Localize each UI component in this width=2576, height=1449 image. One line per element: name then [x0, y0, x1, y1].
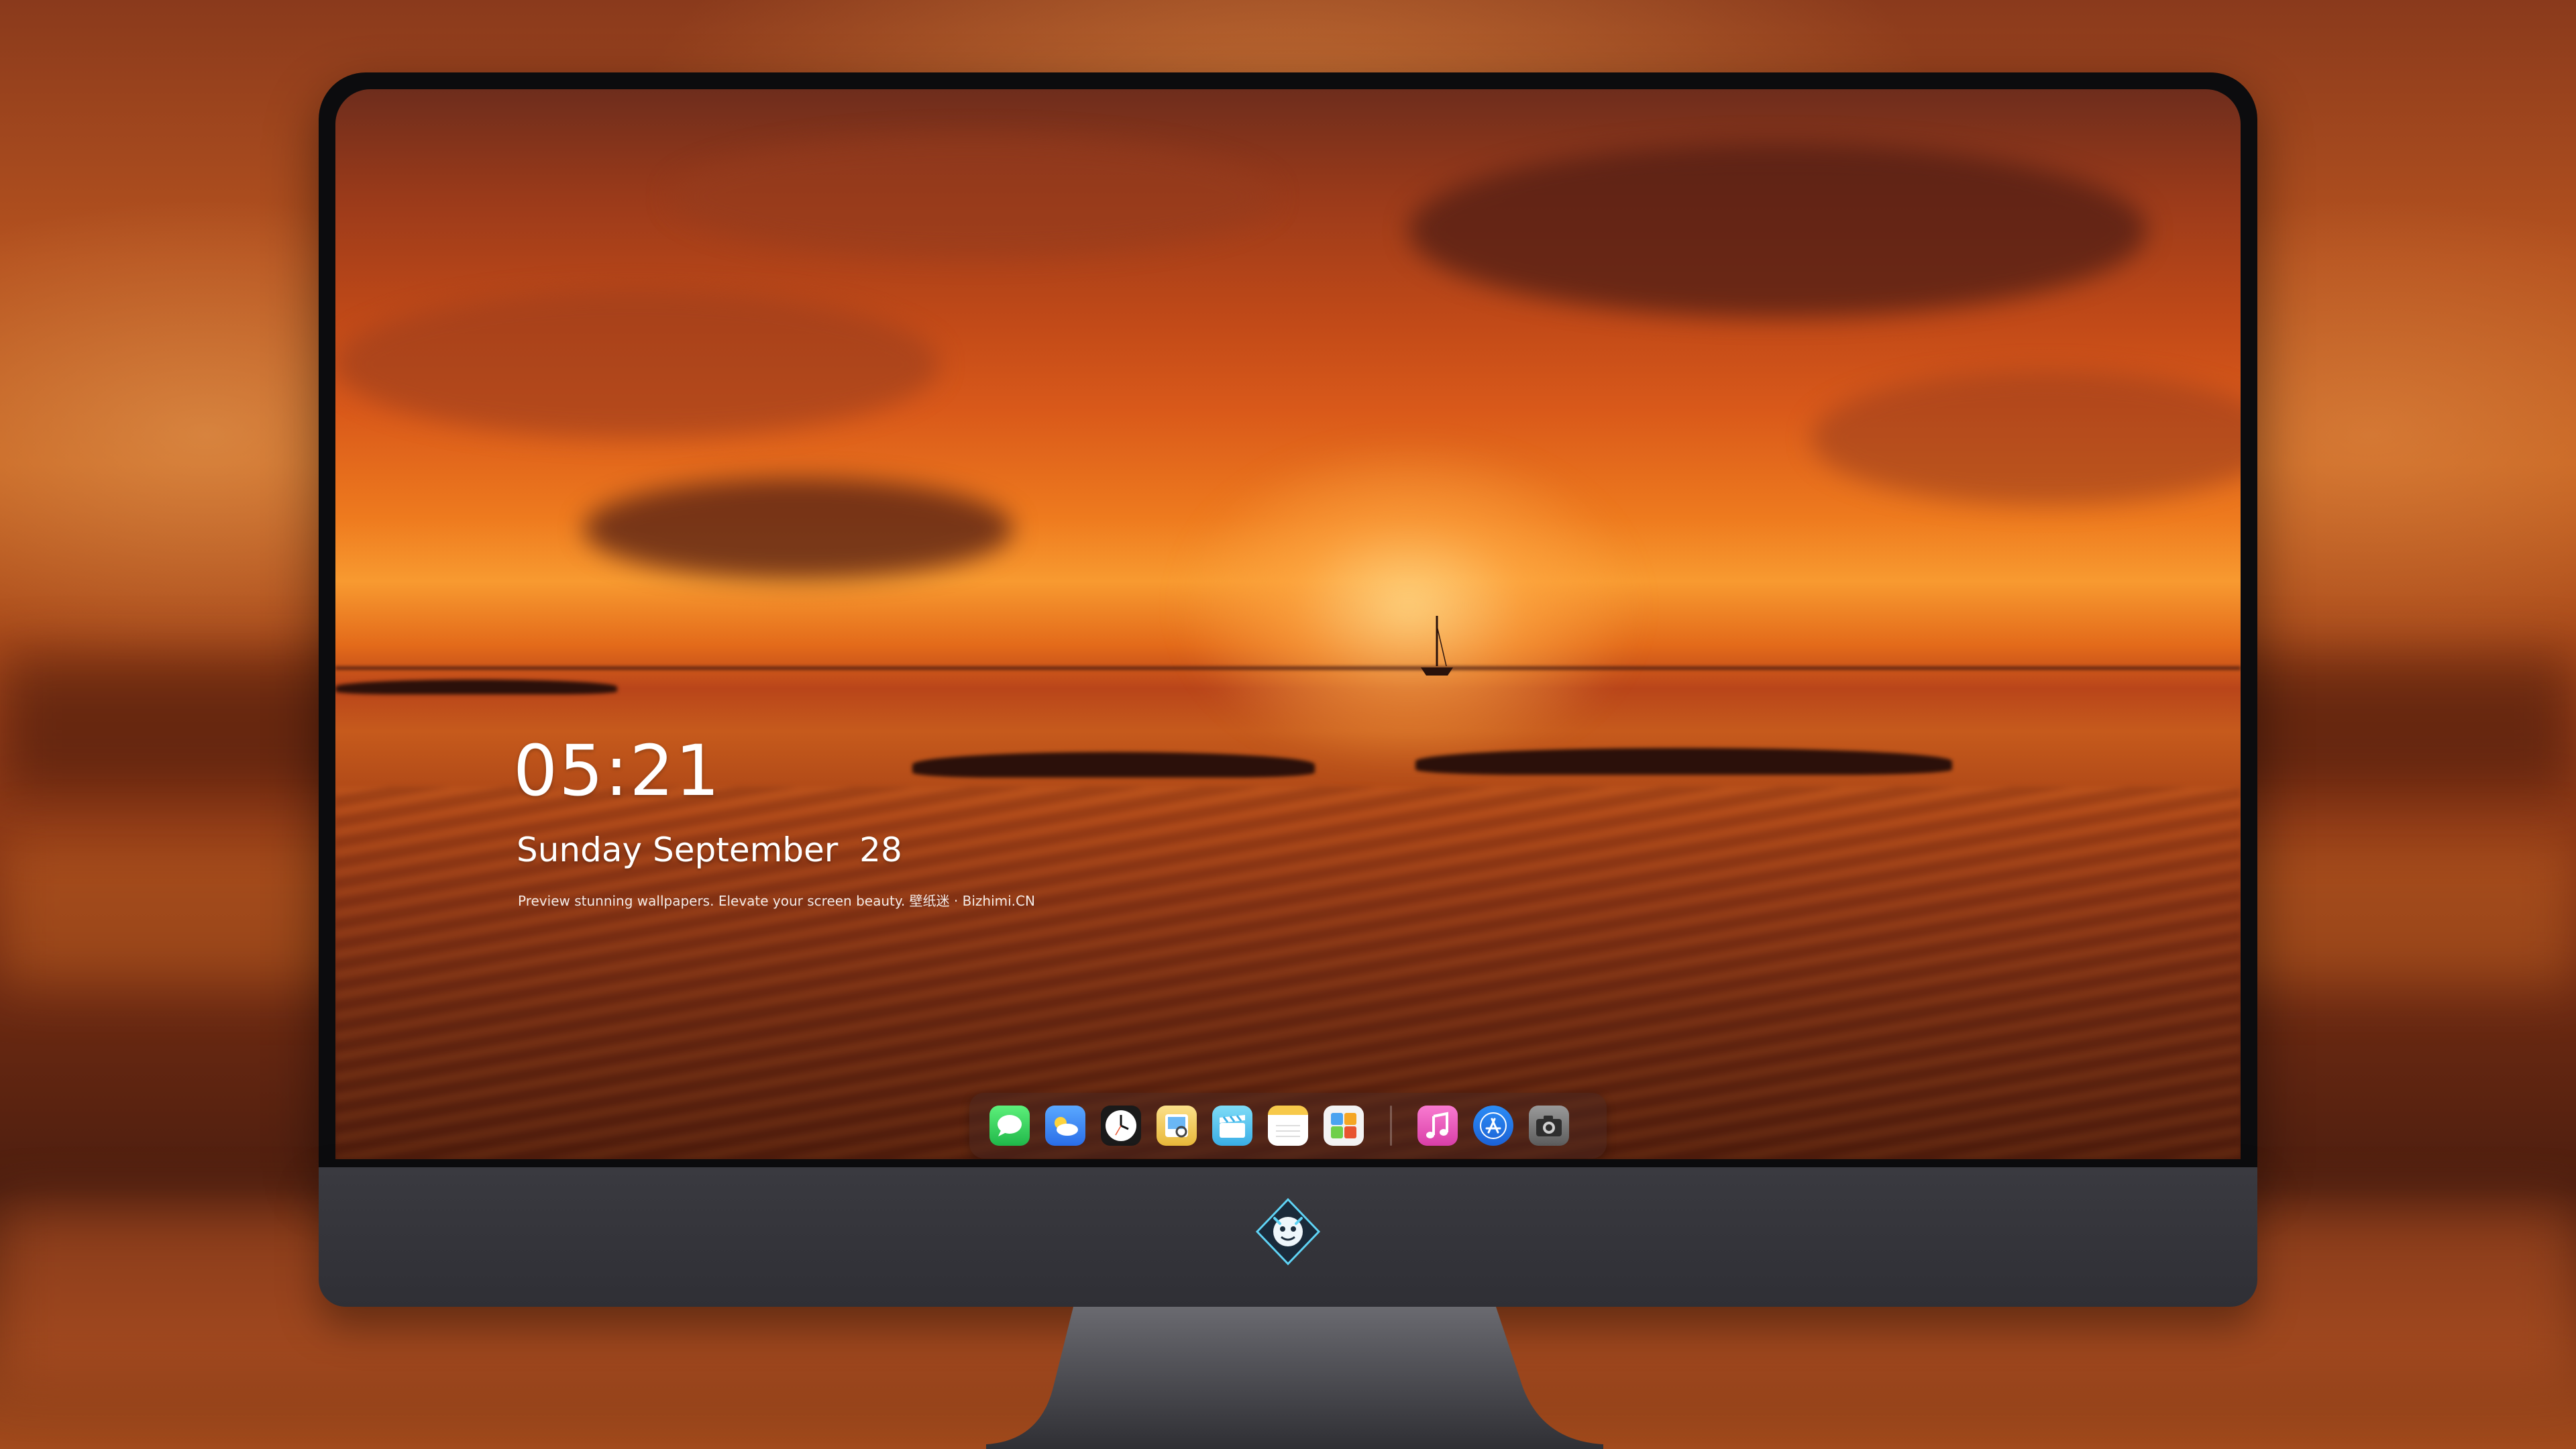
claquette-icon[interactable]	[1212, 1106, 1252, 1146]
monitor-stand	[986, 1307, 1603, 1449]
weather-icon[interactable]	[1045, 1106, 1085, 1146]
monitor: 05:21 Sunday September 28 Preview stunni…	[319, 72, 2257, 1307]
cloud	[584, 478, 1013, 579]
cloud	[671, 136, 1275, 257]
lock-screen-tagline: Preview stunning wallpapers. Elevate you…	[518, 893, 1035, 909]
photos-icon[interactable]	[1324, 1106, 1364, 1146]
cloud	[335, 290, 939, 438]
cloud	[1811, 371, 2241, 505]
dock-separator	[1390, 1106, 1392, 1146]
sailboat-icon	[1421, 616, 1453, 676]
messages-icon[interactable]	[989, 1106, 1030, 1146]
music-icon[interactable]	[1417, 1106, 1458, 1146]
rock	[912, 752, 1315, 777]
lock-screen-date: Sunday September 28	[517, 830, 902, 869]
sun-glow	[1174, 438, 1644, 773]
desktop-background: 05:21 Sunday September 28 Preview stunni…	[0, 0, 2576, 1449]
clock-icon[interactable]	[1101, 1106, 1141, 1146]
cloud	[1409, 143, 2147, 317]
horizon	[335, 666, 2241, 670]
rock	[1415, 748, 1952, 775]
preview-icon[interactable]	[1157, 1106, 1197, 1146]
rock	[335, 680, 617, 694]
monitor-bezel: 05:21 Sunday September 28 Preview stunni…	[319, 72, 2257, 1167]
lock-screen: 05:21 Sunday September 28 Preview stunni…	[335, 89, 2241, 1159]
dragon-mascot-logo	[1255, 1198, 1321, 1265]
lock-screen-time: 05:21	[513, 730, 721, 812]
camera-icon[interactable]	[1529, 1106, 1569, 1146]
notes-icon[interactable]	[1268, 1106, 1308, 1146]
app-store-icon[interactable]	[1473, 1106, 1513, 1146]
dock	[969, 1093, 1607, 1159]
